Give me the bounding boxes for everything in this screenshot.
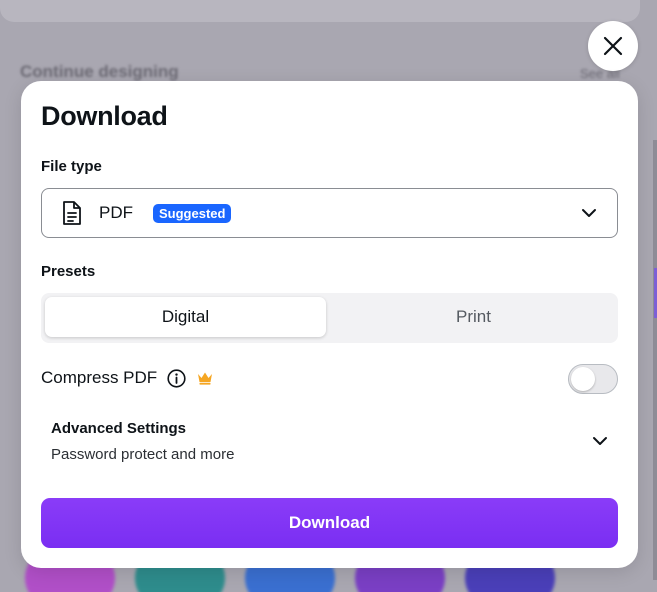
- presets-label: Presets: [41, 263, 96, 280]
- close-button[interactable]: [588, 21, 638, 71]
- suggested-badge: Suggested: [153, 203, 232, 223]
- background-edge: [653, 140, 657, 580]
- compress-pdf-label: Compress PDF: [41, 368, 158, 387]
- advanced-settings-subtitle: Password protect and more: [51, 446, 235, 463]
- close-icon: [603, 36, 623, 56]
- file-type-select[interactable]: PDF Suggested: [41, 188, 618, 238]
- compress-pdf-row: Compress PDF: [41, 364, 618, 394]
- preset-digital-tab[interactable]: Digital: [45, 297, 326, 337]
- toggle-knob: [571, 367, 595, 391]
- crown-icon: [197, 371, 213, 385]
- file-type-value: PDF: [99, 203, 133, 222]
- advanced-settings-title: Advanced Settings: [51, 420, 187, 437]
- advanced-settings-section[interactable]: Advanced Settings Password protect and m…: [51, 420, 618, 470]
- file-type-label: File type: [41, 158, 102, 175]
- background-card: [0, 0, 640, 22]
- download-button[interactable]: Download: [41, 498, 618, 548]
- info-icon[interactable]: [167, 368, 186, 388]
- dialog-title: Download: [41, 101, 168, 131]
- chevron-down-icon: [593, 437, 607, 445]
- chevron-down-icon: [582, 209, 596, 217]
- preset-print-tab[interactable]: Print: [333, 297, 614, 337]
- compress-pdf-toggle[interactable]: [568, 364, 618, 394]
- download-dialog: Download File type PDF Suggested Presets…: [21, 81, 638, 568]
- document-icon: [60, 200, 84, 226]
- presets-segmented-control: Digital Print: [41, 293, 618, 343]
- background-heading: Continue designing: [20, 62, 179, 81]
